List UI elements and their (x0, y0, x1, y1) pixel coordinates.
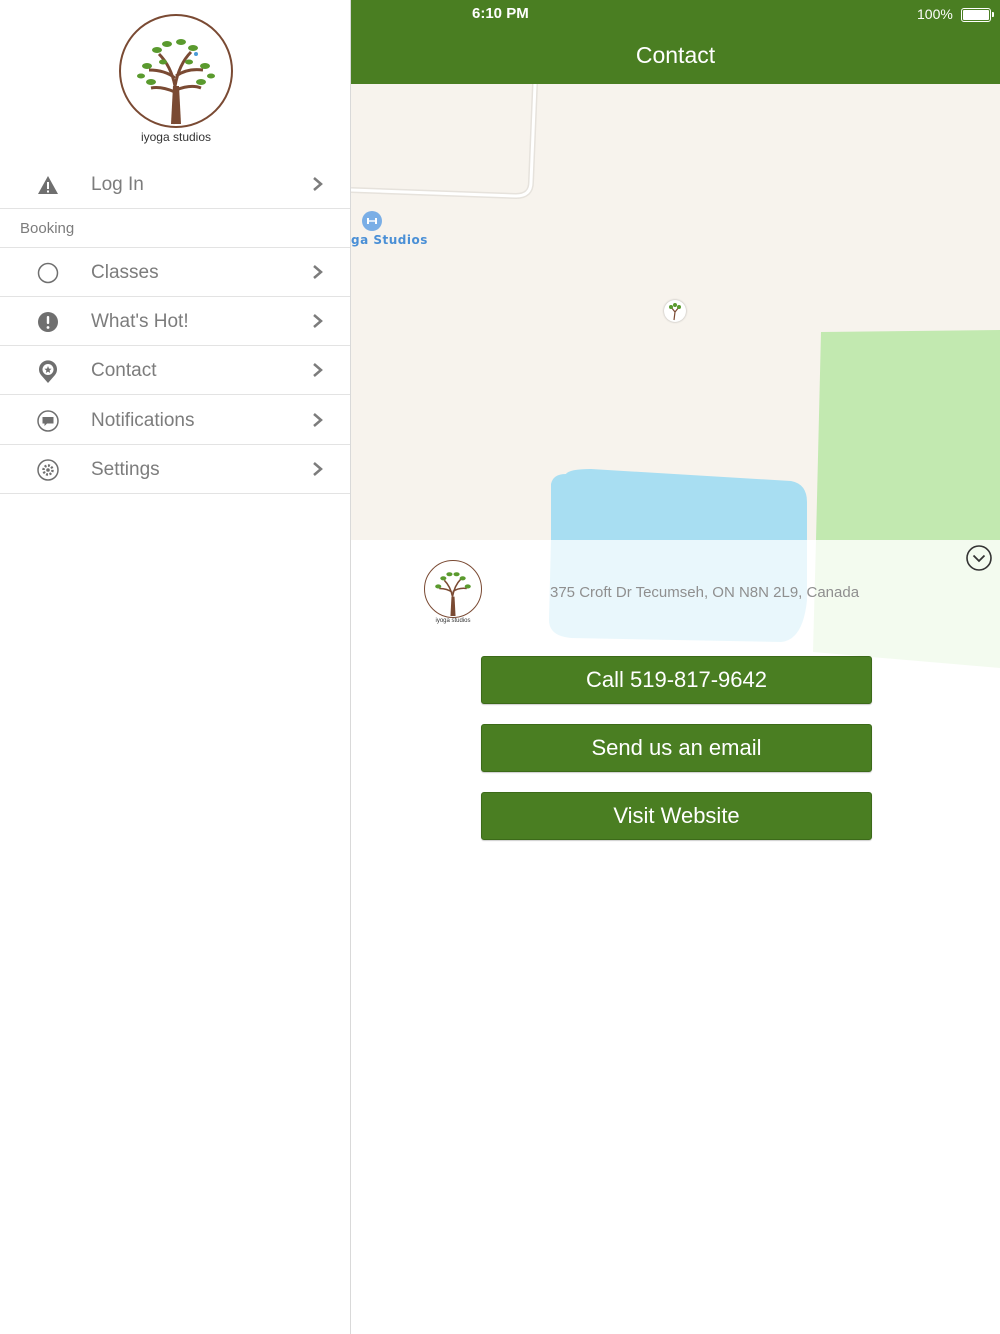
tree-logo-icon (424, 560, 482, 618)
collapse-chevron-icon[interactable] (966, 545, 992, 571)
sidebar-item-contact[interactable]: Contact (0, 346, 350, 395)
battery-icon (961, 8, 991, 22)
card-logo-text: iyoga studios (435, 618, 471, 624)
studio-logo: iyoga studios (115, 14, 237, 144)
page-title: Contact (635, 42, 716, 68)
section-header-booking: Booking (0, 209, 350, 248)
contact-screen: 6:10 PM 100% Contact ga Studios iyoga st… (351, 0, 1000, 1334)
chevron-right-icon (311, 313, 325, 329)
sidebar-item-label: Contact (91, 360, 157, 381)
sidebar-item-settings[interactable]: Settings (0, 445, 350, 494)
sidebar-item-notifications[interactable]: Notifications (0, 396, 350, 445)
exclamation-icon (37, 311, 59, 333)
navigation-bar: 6:10 PM 100% Contact (351, 0, 1000, 84)
chevron-right-icon (311, 264, 325, 280)
chevron-right-icon (311, 362, 325, 378)
visit-website-button[interactable]: Visit Website (481, 792, 872, 840)
circle-icon (37, 262, 59, 284)
location-pin-icon (37, 360, 59, 383)
section-header-label: Booking (20, 220, 75, 237)
logo-text: iyoga studios (140, 130, 212, 144)
map-poi-label[interactable]: ga Studios (351, 233, 428, 247)
warning-icon (37, 174, 59, 196)
studio-map-pin[interactable] (664, 300, 686, 322)
chat-bubble-icon (37, 410, 59, 432)
chevron-right-icon (311, 176, 325, 192)
sidebar-item-whats-hot[interactable]: What's Hot! (0, 297, 350, 346)
sidebar-item-label: Classes (91, 262, 159, 283)
call-button[interactable]: Call 519-817-9642 (481, 656, 872, 704)
studio-card-logo: iyoga studios (423, 560, 483, 624)
gear-icon (37, 459, 59, 481)
map-view[interactable]: ga Studios (351, 84, 1000, 540)
sidebar-menu: iyoga studios Log In Booking Classes Wha… (0, 0, 351, 1334)
tree-logo-icon (119, 14, 233, 128)
studio-address: 375 Croft Dr Tecumseh, ON N8N 2L9, Canad… (550, 584, 860, 601)
battery-tip (992, 12, 994, 17)
sidebar-item-login[interactable]: Log In (0, 160, 350, 209)
email-button[interactable]: Send us an email (481, 724, 872, 772)
sidebar-item-classes[interactable]: Classes (0, 248, 350, 297)
sidebar-item-label: Notifications (91, 410, 195, 431)
sidebar-item-label: Settings (91, 459, 160, 480)
login-label: Log In (91, 174, 144, 195)
battery-percentage: 100% (917, 6, 953, 22)
status-time: 6:10 PM (472, 5, 529, 22)
gym-poi-icon[interactable] (362, 211, 382, 231)
chevron-right-icon (311, 412, 325, 428)
sidebar-item-label: What's Hot! (91, 311, 189, 332)
chevron-right-icon (311, 461, 325, 477)
